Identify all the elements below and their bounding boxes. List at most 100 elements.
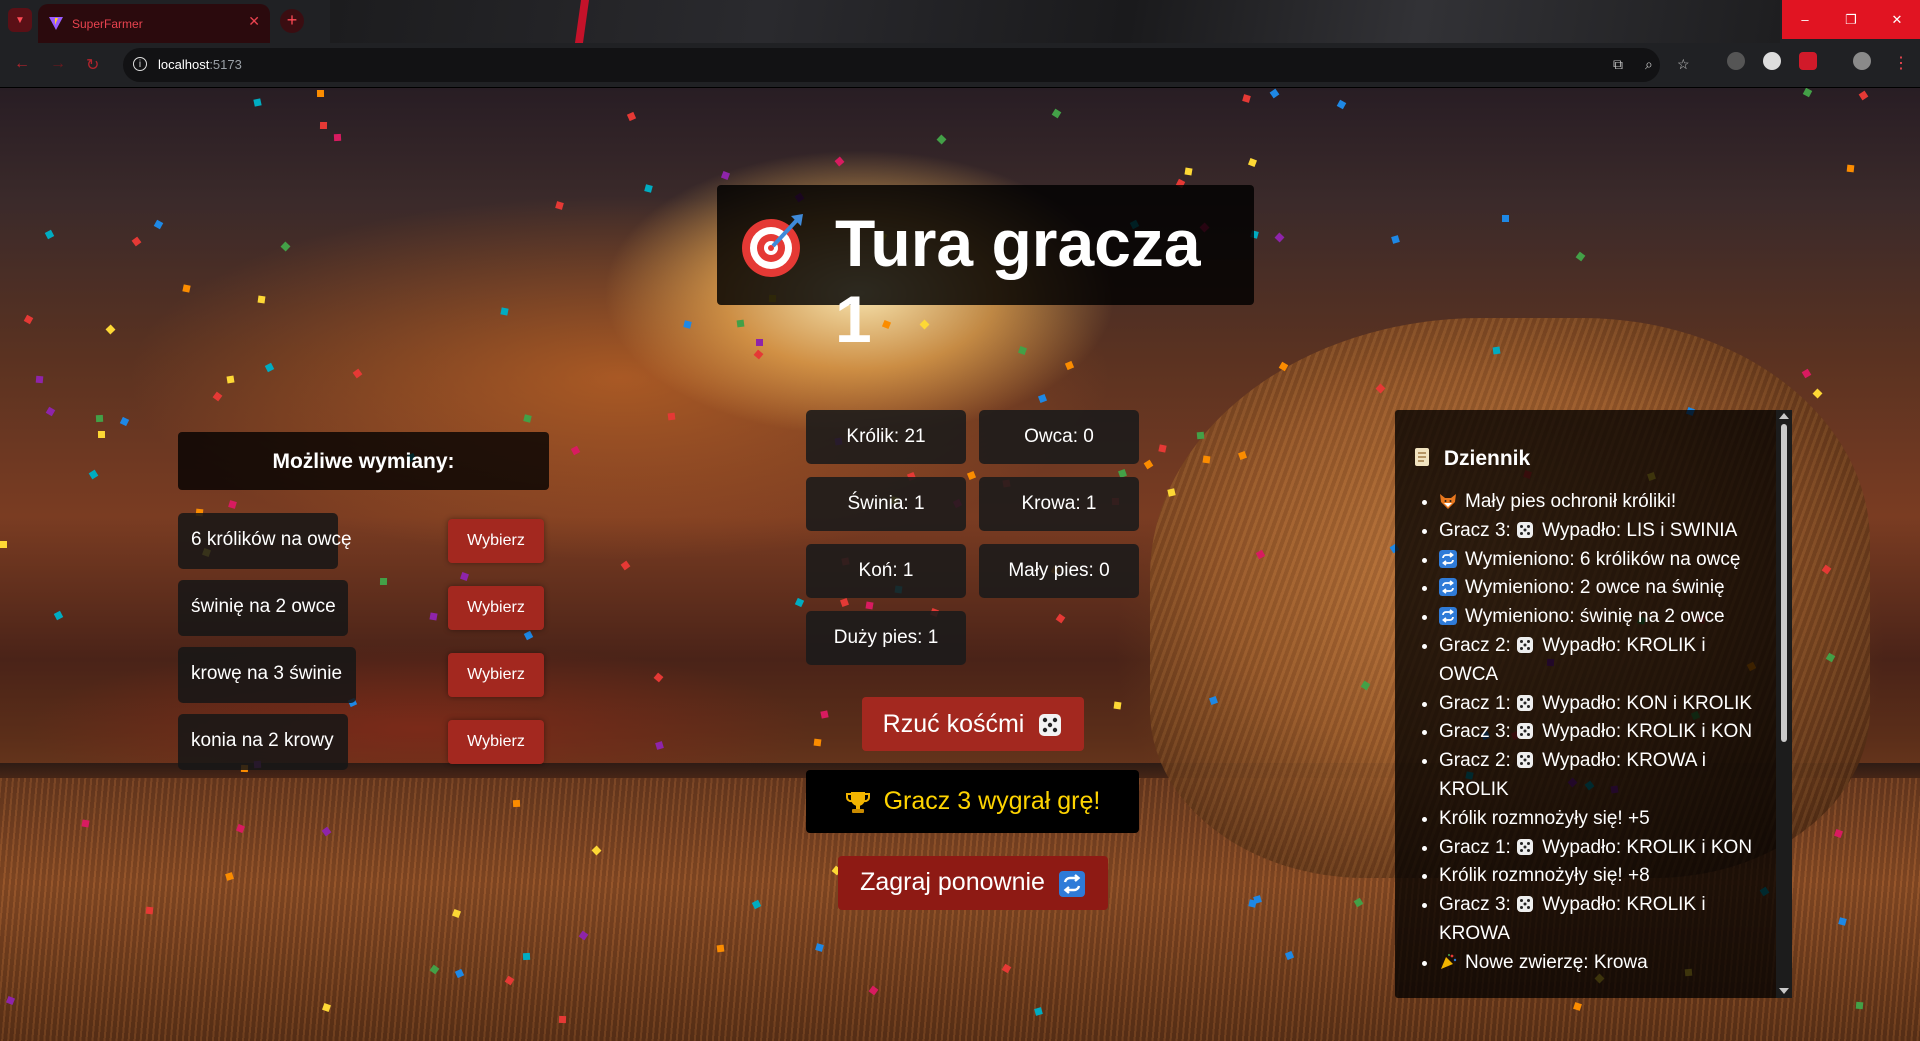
log-entry: Królik rozmnożyły się! +5 xyxy=(1439,805,1759,834)
menu-kebab-icon[interactable]: ⋮ xyxy=(1893,53,1909,73)
play-again-button[interactable]: Zagraj ponownie xyxy=(838,856,1108,910)
log-entry: Gracz 3: Wypadło: KROLIK i KROWA xyxy=(1439,891,1759,949)
log-entry: Gracz 3: Wypadło: KROLIK i KON xyxy=(1439,718,1759,747)
confetti-piece xyxy=(253,98,262,107)
dice-icon xyxy=(1517,723,1534,740)
browser-tab[interactable]: SuperFarmer ✕ xyxy=(38,4,270,43)
dice-icon xyxy=(1517,838,1534,855)
url-host: localhost xyxy=(158,57,210,72)
extension-icon[interactable] xyxy=(1727,52,1745,70)
confetti-piece xyxy=(0,541,7,548)
party-popper-icon xyxy=(1441,953,1457,969)
exchange-item: 6 królików na owcę xyxy=(178,513,352,569)
dice-icon xyxy=(1039,713,1062,736)
confetti-piece xyxy=(936,134,947,145)
confetti-piece xyxy=(720,170,731,181)
minimize-button[interactable]: – xyxy=(1782,0,1828,39)
address-bar[interactable]: i localhost:5173 ⧉ ⌕ ☆ xyxy=(123,48,1690,82)
log-entry-text: Królik rozmnożyły się! +5 xyxy=(1439,807,1650,829)
profile-avatar[interactable] xyxy=(1853,52,1871,70)
confetti-piece xyxy=(1196,431,1205,440)
tab-search-button[interactable]: ▼ xyxy=(8,8,32,32)
log-entry-player: Gracz 2: xyxy=(1439,750,1511,772)
animal-count-big-dog: Duży pies: 1 xyxy=(806,611,966,665)
confetti-piece xyxy=(522,952,531,961)
confetti-piece xyxy=(316,89,325,98)
back-arrow-icon[interactable]: ← xyxy=(14,55,30,73)
log-entry-player: Gracz 3: xyxy=(1439,519,1511,541)
confetti-piece xyxy=(119,416,130,427)
exchange-choose-button[interactable]: Wybierz xyxy=(448,519,544,563)
exchange-label: 6 królików na owcę xyxy=(191,529,352,550)
log-scroll-thumb[interactable] xyxy=(1781,424,1787,742)
extensions-puzzle-icon[interactable] xyxy=(1799,52,1817,70)
new-tab-button[interactable]: + xyxy=(280,9,304,33)
confetti-piece xyxy=(523,414,532,423)
winner-text: Gracz 3 wygrał grę! xyxy=(883,787,1101,815)
animal-count-rabbit: Królik: 21 xyxy=(806,410,966,464)
confetti-piece xyxy=(523,630,534,641)
winner-banner: Gracz 3 wygrał grę! xyxy=(806,770,1139,833)
log-panel[interactable]: Dziennik Mały pies ochronił króliki! Grac… xyxy=(1395,410,1780,998)
confetti-piece xyxy=(512,799,521,808)
animal-count-small-dog: Mały pies: 0 xyxy=(979,544,1139,598)
restore-button[interactable]: ❐ xyxy=(1828,0,1874,39)
exchange-label: świnię na 2 owce xyxy=(191,596,336,617)
confetti-piece xyxy=(226,375,235,384)
confetti-piece xyxy=(53,610,64,621)
log-entry-text: Wypadło: KROLIK i KON xyxy=(1542,836,1753,858)
exchange-choose-button[interactable]: Wybierz xyxy=(448,720,544,764)
confetti-piece xyxy=(429,612,438,621)
zoom-icon[interactable]: ⌕ xyxy=(1645,56,1653,73)
log-entry: Wymieniono: świnię na 2 owce xyxy=(1439,603,1759,632)
confetti-piece xyxy=(966,470,977,481)
exchanges-header: Możliwe wymiany: xyxy=(178,432,549,490)
confetti-piece xyxy=(1802,88,1813,98)
confetti-piece xyxy=(1336,99,1347,110)
exchanges-title: Możliwe wymiany: xyxy=(272,450,455,473)
confetti-piece xyxy=(840,598,849,607)
turn-banner: Tura gracza 1 xyxy=(717,185,1254,356)
exchange-choose-button[interactable]: Wybierz xyxy=(448,586,544,630)
confetti-piece xyxy=(1055,613,1066,624)
scroll-down-icon[interactable] xyxy=(1779,988,1789,994)
log-scrollbar[interactable] xyxy=(1776,410,1792,998)
confetti-piece xyxy=(716,944,725,953)
exchange-label: krowę na 3 świnie xyxy=(191,663,343,684)
confetti-piece xyxy=(570,445,581,456)
confetti-piece xyxy=(97,430,106,439)
close-window-button[interactable]: ✕ xyxy=(1874,0,1920,39)
reload-icon[interactable]: ↻ xyxy=(86,55,99,75)
log-entry-text: Wypadło: KROLIK i KON xyxy=(1542,721,1753,743)
target-icon xyxy=(742,214,803,277)
confetti-piece xyxy=(1247,157,1258,168)
confetti-piece xyxy=(834,156,845,167)
confetti-piece xyxy=(1143,459,1154,470)
confetti-piece xyxy=(460,572,469,581)
confetti-piece xyxy=(667,412,676,421)
confetti-piece xyxy=(753,349,764,360)
confetti-piece xyxy=(626,111,637,122)
log-entry-player: Gracz 3: xyxy=(1439,721,1511,743)
dice-icon xyxy=(1517,694,1534,711)
translate-icon[interactable]: ⧉ xyxy=(1613,56,1623,73)
log-entry-player: Gracz 2: xyxy=(1439,634,1511,656)
scroll-icon xyxy=(1415,448,1429,466)
exchange-choose-button[interactable]: Wybierz xyxy=(448,653,544,697)
log-entry: Nowe zwierzę: Krowa xyxy=(1439,949,1759,978)
fox-icon xyxy=(1440,494,1456,509)
extension-circle-icon[interactable] xyxy=(1763,52,1781,70)
tab-close-icon[interactable]: ✕ xyxy=(248,13,260,30)
site-info-icon[interactable]: i xyxy=(133,57,147,71)
confetti-piece xyxy=(264,362,275,373)
confetti-piece xyxy=(228,500,237,509)
scroll-up-icon[interactable] xyxy=(1779,413,1789,419)
confetti-piece xyxy=(865,601,874,610)
confetti-piece xyxy=(45,406,56,417)
forward-arrow-icon[interactable]: → xyxy=(50,55,66,73)
address-url[interactable]: localhost:5173 xyxy=(158,57,242,72)
roll-dice-button[interactable]: Rzuć kośćmi xyxy=(862,697,1084,751)
confetti-piece xyxy=(1858,90,1869,101)
confetti-piece xyxy=(1502,215,1509,222)
bookmark-star-icon[interactable]: ☆ xyxy=(1677,56,1690,73)
